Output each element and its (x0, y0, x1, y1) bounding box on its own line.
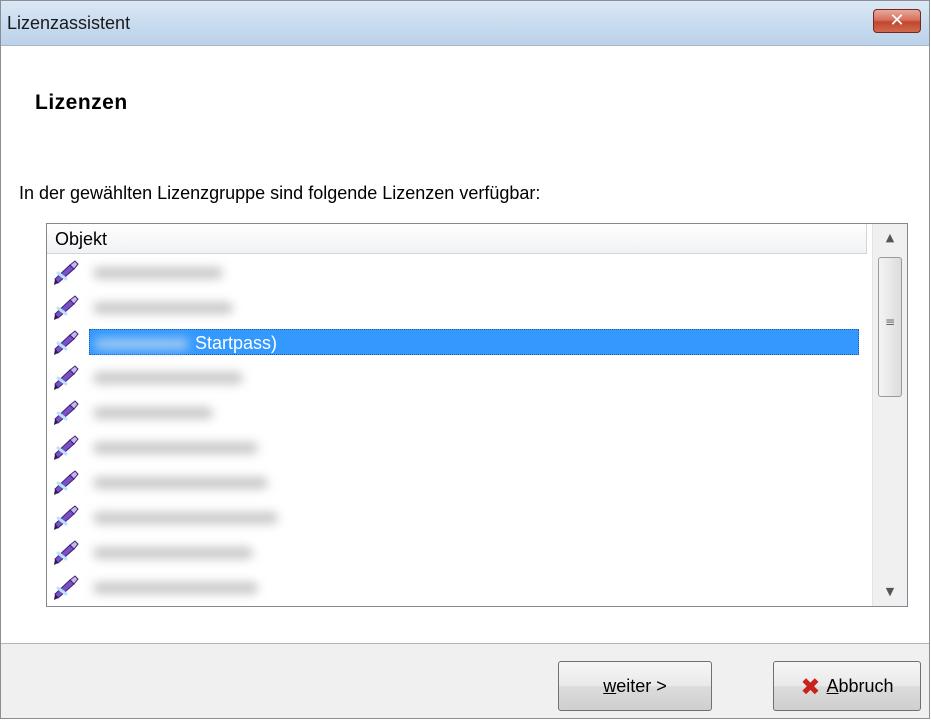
page-description: In der gewählten Lizenzgruppe sind folge… (19, 183, 541, 203)
scroll-up-arrow-icon[interactable]: ▲ (873, 224, 907, 252)
license-row[interactable] (47, 290, 871, 325)
cancel-button-mnemonic: A (826, 676, 839, 696)
redacted-text (93, 442, 258, 455)
license-pen-icon (52, 469, 82, 497)
license-row[interactable]: Startpass) (47, 325, 871, 360)
license-row-label (89, 259, 231, 285)
redacted-text (93, 302, 233, 315)
license-pen-icon (52, 259, 82, 287)
redacted-text (93, 267, 223, 280)
license-row[interactable] (47, 360, 871, 395)
license-pen-icon (52, 329, 82, 357)
scroll-thumb[interactable]: ≡ (878, 257, 902, 397)
redacted-text (93, 477, 268, 490)
cancel-x-icon: ✖ (800, 673, 821, 702)
vertical-scrollbar[interactable]: ▲ ≡ ▼ (872, 224, 907, 606)
footer-divider (1, 643, 929, 644)
close-button[interactable]: ✕ (873, 9, 921, 33)
license-row-text: Startpass) (195, 333, 278, 353)
redacted-text (93, 512, 278, 525)
license-pen-icon (52, 539, 82, 567)
license-row[interactable] (47, 535, 871, 570)
license-row[interactable] (47, 395, 871, 430)
license-row[interactable] (47, 430, 871, 465)
wizard-content: Lizenzen In der gewählten Lizenzgruppe s… (1, 46, 929, 643)
column-header-label: Objekt (55, 229, 108, 249)
redacted-text (93, 372, 243, 385)
license-row-label (89, 399, 221, 425)
window-title: Lizenzassistent (7, 13, 131, 33)
license-rows: Startpass) (47, 255, 871, 606)
redacted-text (93, 582, 258, 595)
license-row-label (89, 574, 266, 600)
cancel-button-label: bbruch (838, 676, 894, 696)
title-bar[interactable]: Lizenzassistent ✕ (1, 1, 929, 46)
license-row-label (89, 469, 276, 495)
next-button-label: eiter > (616, 676, 667, 696)
redacted-text (93, 547, 253, 560)
page-title: Lizenzen (35, 91, 128, 114)
column-header-object[interactable]: Objekt (47, 224, 867, 254)
redacted-text (94, 338, 189, 351)
license-row-label (89, 504, 286, 530)
cancel-button[interactable]: ✖ Abbruch (773, 661, 921, 711)
license-pen-icon (52, 294, 82, 322)
license-pen-icon (52, 364, 82, 392)
license-pen-icon (52, 574, 82, 602)
license-row[interactable] (47, 500, 871, 535)
license-wizard-window: Lizenzassistent ✕ Lizenzen In der gewähl… (0, 0, 930, 719)
license-pen-icon (52, 504, 82, 532)
next-button[interactable]: weiter > (558, 661, 712, 711)
license-row-label: Startpass) (89, 329, 859, 355)
close-icon: ✕ (889, 10, 905, 31)
redacted-text (93, 407, 213, 420)
license-row[interactable] (47, 570, 871, 605)
license-row-label (89, 434, 266, 460)
license-row-label (89, 364, 251, 390)
license-pen-icon (52, 399, 82, 427)
license-pen-icon (52, 434, 82, 462)
license-list[interactable]: Objekt Startpass) ▲ ≡ ▼ (46, 223, 908, 607)
scroll-grip-icon: ≡ (885, 315, 896, 329)
scroll-down-arrow-icon[interactable]: ▼ (873, 578, 907, 606)
license-row-label (89, 539, 261, 565)
license-row[interactable] (47, 465, 871, 500)
next-button-mnemonic: w (603, 676, 617, 696)
license-row-label (89, 294, 241, 320)
license-row[interactable] (47, 255, 871, 290)
